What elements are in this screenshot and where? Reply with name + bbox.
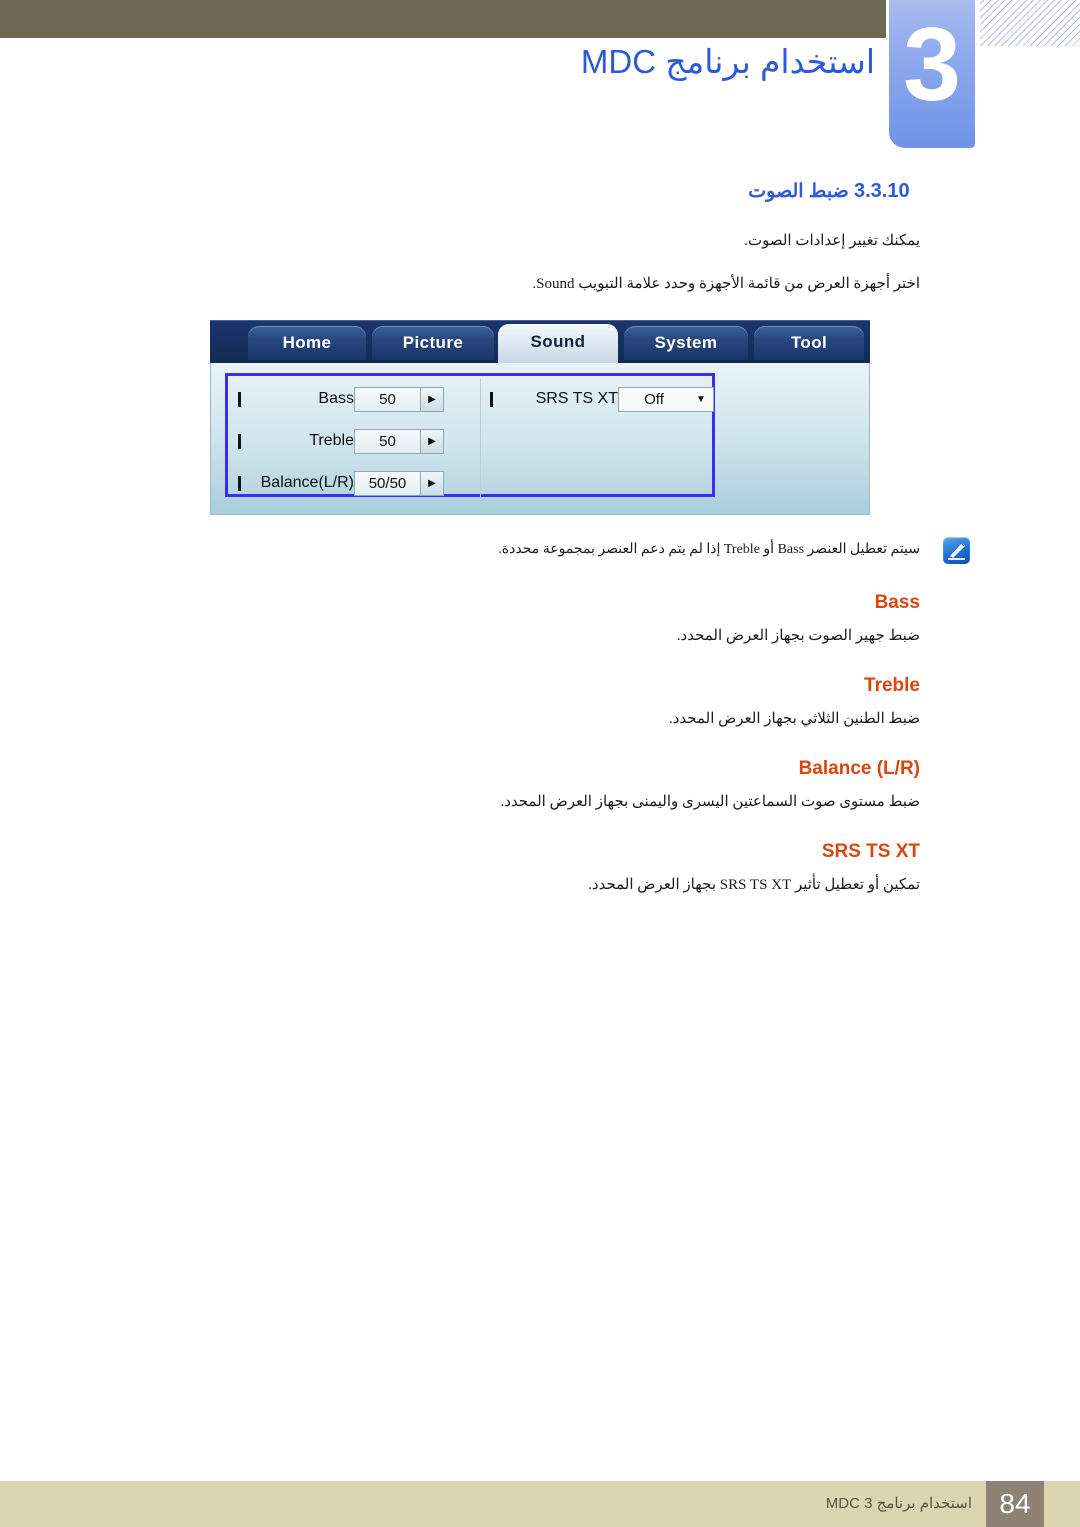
spinner-right-arrow-icon[interactable]: ▶ bbox=[420, 471, 443, 495]
mdc-control-srs-ts-xt: SRS TS XT Off ▼ bbox=[490, 386, 714, 412]
srs-dropdown[interactable]: Off ▼ bbox=[618, 386, 714, 412]
mdc-control-balance: Balance(L/R) 50/50 ▶ bbox=[238, 470, 444, 496]
balance-label: Balance(L/R) bbox=[260, 474, 354, 491]
bullet-icon bbox=[490, 391, 493, 407]
mdc-tab-system[interactable]: System bbox=[624, 326, 748, 360]
section-intro-paragraph: يمكنك تغيير إعدادات الصوت. bbox=[744, 233, 920, 249]
treble-spinner[interactable]: 50 ▶ bbox=[354, 428, 444, 454]
mdc-control-bass: Bass 50 ▶ bbox=[238, 386, 444, 412]
bullet-icon bbox=[238, 475, 241, 491]
treble-value: 50 bbox=[379, 432, 396, 450]
section-title: ضبط الصوت bbox=[748, 181, 849, 202]
bass-spinner[interactable]: 50 ▶ bbox=[354, 386, 444, 412]
term-heading-balance: Balance (L/R) bbox=[0, 758, 1080, 780]
bullet-icon bbox=[238, 391, 241, 407]
mdc-sound-group-box: Bass 50 ▶ Treble 50 ▶ Balance(L/R) 50/50… bbox=[225, 373, 715, 497]
chapter-number: 3 bbox=[903, 7, 961, 123]
balance-value: 50/50 bbox=[368, 474, 407, 492]
term-description-balance: ضبط مستوى صوت السماعتين اليسرى واليمنى ب… bbox=[500, 794, 920, 811]
mdc-tab-picture[interactable]: Picture bbox=[372, 326, 494, 360]
mdc-tab-home[interactable]: Home bbox=[248, 326, 366, 360]
term-label: Treble bbox=[864, 675, 920, 697]
mdc-sound-panel-screenshot: Home Picture Sound System Tool Bass 50 ▶ bbox=[210, 320, 870, 515]
footer-chapter-text: استخدام برنامج MDC 3 bbox=[825, 1495, 972, 1512]
balance-spinner[interactable]: 50/50 ▶ bbox=[354, 470, 444, 496]
srs-label: SRS TS XT bbox=[535, 390, 618, 407]
mdc-control-treble: Treble 50 ▶ bbox=[238, 428, 444, 454]
mdc-tab-tool[interactable]: Tool bbox=[754, 326, 864, 360]
term-description-srs-ts-xt: تمكين أو تعطيل تأثير SRS TS XT بجهاز الع… bbox=[588, 877, 920, 894]
mdc-panel-body: Bass 50 ▶ Treble 50 ▶ Balance(L/R) 50/50… bbox=[210, 363, 870, 515]
mdc-tab-sound[interactable]: Sound bbox=[498, 324, 618, 363]
term-heading-srs-ts-xt: SRS TS XT bbox=[0, 841, 1080, 863]
srs-value: Off bbox=[644, 390, 664, 408]
chapter-top-band bbox=[0, 0, 886, 38]
section-number: 3.3.10 bbox=[854, 180, 910, 202]
page-footer: 84 استخدام برنامج MDC 3 bbox=[0, 1481, 1080, 1527]
term-label: Balance (L/R) bbox=[798, 758, 920, 780]
note-text: سيتم تعطيل العنصر Bass أو Treble إذا لم … bbox=[498, 542, 920, 557]
decorative-hatch-pattern bbox=[980, 0, 1080, 46]
bass-label: Bass bbox=[318, 390, 354, 407]
term-description-treble: ضبط الطنين الثلاثي بجهاز العرض المحدد. bbox=[668, 711, 920, 728]
chapter-title: استخدام برنامج MDC bbox=[580, 43, 875, 80]
mdc-tab-bar: Home Picture Sound System Tool bbox=[210, 320, 870, 363]
term-label: SRS TS XT bbox=[821, 841, 920, 863]
spinner-right-arrow-icon[interactable]: ▶ bbox=[420, 429, 443, 453]
term-label: Bass bbox=[874, 592, 920, 614]
term-description-bass: ضبط جهير الصوت بجهاز العرض المحدد. bbox=[676, 628, 920, 645]
note-pencil-icon bbox=[943, 537, 970, 564]
note-block: سيتم تعطيل العنصر Bass أو Treble إذا لم … bbox=[0, 537, 1080, 564]
page-content: 3.3.10 ضبط الصوت يمكنك تغيير إعدادات الص… bbox=[0, 180, 1080, 894]
treble-label: Treble bbox=[309, 432, 354, 449]
group-divider bbox=[480, 379, 481, 497]
chevron-down-icon[interactable]: ▼ bbox=[689, 394, 713, 405]
spinner-right-arrow-icon[interactable]: ▶ bbox=[420, 387, 443, 411]
term-heading-treble: Treble bbox=[0, 675, 1080, 697]
bullet-icon bbox=[238, 433, 241, 449]
bass-value: 50 bbox=[379, 390, 396, 408]
term-heading-bass: Bass bbox=[0, 592, 1080, 614]
section-heading: 3.3.10 ضبط الصوت bbox=[0, 180, 1080, 203]
footer-page-number: 84 bbox=[986, 1481, 1044, 1527]
section-instruction-paragraph: اختر أجهزة العرض من قائمة الأجهزة وحدد ع… bbox=[532, 275, 920, 292]
